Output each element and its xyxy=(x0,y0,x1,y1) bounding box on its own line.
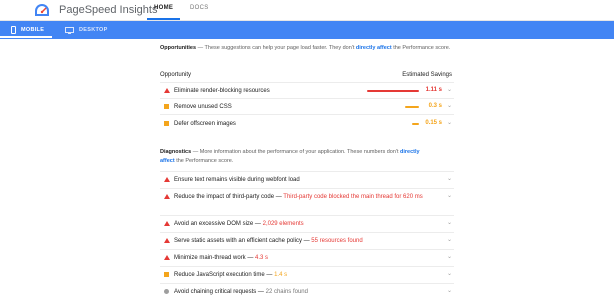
diagnostic-detail: 22 chains found xyxy=(265,289,308,295)
red-triangle-icon xyxy=(164,238,170,243)
diagnostics-header: Diagnostics — More information about the… xyxy=(160,148,458,166)
chevron-down-icon[interactable]: ⌄ xyxy=(447,175,452,182)
top-bar: PageSpeed Insights HOME DOCS xyxy=(0,0,614,21)
chevron-down-icon[interactable]: ⌄ xyxy=(447,192,452,199)
opportunities-column-headers: Opportunity Estimated Savings xyxy=(160,72,452,78)
brand-title: PageSpeed Insights xyxy=(59,4,158,16)
diagnostic-detail: 1.4 s xyxy=(274,272,288,278)
opportunity-label: Remove unused CSS xyxy=(174,104,232,110)
diagnostics-affect-link[interactable]: affect xyxy=(160,158,175,164)
nav-docs[interactable]: DOCS xyxy=(190,5,209,11)
chevron-down-icon[interactable]: ⌄ xyxy=(447,86,452,93)
nav-home[interactable]: HOME xyxy=(154,5,173,11)
opportunity-row-render-blocking[interactable]: Eliminate render-blocking resources 1.11… xyxy=(160,82,454,98)
savings-value: 1.11 s xyxy=(425,87,442,93)
diagnostic-row-main-thread[interactable]: Minimize main-thread work — 4.3 s ⌄ xyxy=(160,249,454,266)
opportunity-label: Defer offscreen images xyxy=(174,121,236,127)
orange-square-icon xyxy=(164,104,169,109)
red-triangle-icon xyxy=(164,194,170,199)
diagnostic-label: Serve static assets with an efficient ca… xyxy=(174,238,363,244)
tab-mobile-label: MOBILE xyxy=(21,27,45,33)
chevron-down-icon[interactable]: ⌄ xyxy=(447,119,452,126)
diagnostics-desc: — More information about the performance… xyxy=(191,149,401,155)
chevron-down-icon[interactable]: ⌄ xyxy=(447,253,452,260)
savings-value: 0.3 s xyxy=(428,103,442,109)
savings-bar xyxy=(367,90,419,92)
diagnostic-detail: 4.3 s xyxy=(255,255,269,261)
savings-bar xyxy=(405,106,419,108)
diagnostic-row-third-party[interactable]: Reduce the impact of third-party code — … xyxy=(160,188,454,215)
nav-home-active-indicator xyxy=(147,18,180,20)
diagnostic-label: Avoid an excessive DOM size — 2,029 elem… xyxy=(174,221,304,227)
savings-bar xyxy=(412,123,419,125)
diagnostic-label: Minimize main-thread work — 4.3 s xyxy=(174,255,269,261)
savings-value: 0.15 s xyxy=(425,120,442,126)
diagnostic-detail: 2,029 elements xyxy=(262,221,304,227)
chevron-down-icon[interactable]: ⌄ xyxy=(447,102,452,109)
diagnostic-label: Reduce the impact of third-party code — … xyxy=(174,194,423,200)
col-estimated-savings: Estimated Savings xyxy=(402,72,452,78)
red-triangle-icon xyxy=(164,255,170,260)
opportunities-desc: — These suggestions can help your page l… xyxy=(196,45,356,51)
opportunity-row-offscreen-images[interactable]: Defer offscreen images 0.15 s ⌄ xyxy=(160,114,454,132)
tab-mobile-active-indicator xyxy=(0,36,52,38)
diagnostic-row-cache-policy[interactable]: Serve static assets with an efficient ca… xyxy=(160,232,454,249)
opportunities-directly-link[interactable]: directly affect xyxy=(356,45,392,51)
chevron-down-icon[interactable]: ⌄ xyxy=(447,287,452,294)
orange-square-icon xyxy=(164,121,169,126)
pagespeed-logo-icon xyxy=(35,4,49,16)
opportunities-title: Opportunities xyxy=(160,45,197,51)
chevron-down-icon[interactable]: ⌄ xyxy=(447,236,452,243)
mobile-phone-icon xyxy=(11,26,16,34)
diagnostic-label: Reduce JavaScript execution time — 1.4 s xyxy=(174,272,288,278)
diagnostics-desc-end: the Performance score. xyxy=(174,158,234,164)
orange-square-icon xyxy=(164,272,169,277)
diagnostic-label: Avoid chaining critical requests — 22 ch… xyxy=(174,289,308,295)
diagnostic-row-critical-requests[interactable]: Avoid chaining critical requests — 22 ch… xyxy=(160,283,454,300)
device-tab-bar: MOBILE DESKTOP xyxy=(0,21,614,39)
red-triangle-icon xyxy=(164,221,170,226)
red-triangle-icon xyxy=(164,177,170,182)
chevron-down-icon[interactable]: ⌄ xyxy=(447,270,452,277)
tab-desktop-label: DESKTOP xyxy=(79,27,108,33)
opportunity-label: Eliminate render-blocking resources xyxy=(174,88,270,94)
diagnostic-detail: Third-party code blocked the main thread… xyxy=(283,194,423,200)
opportunities-header: Opportunities — These suggestions can he… xyxy=(160,44,458,53)
opportunities-desc-end: the Performance score. xyxy=(391,45,451,51)
chevron-down-icon[interactable]: ⌄ xyxy=(447,219,452,226)
desktop-monitor-icon xyxy=(65,26,74,34)
diagnostic-row-dom-size[interactable]: Avoid an excessive DOM size — 2,029 elem… xyxy=(160,215,454,232)
col-opportunity: Opportunity xyxy=(160,72,192,78)
diagnostics-title: Diagnostics xyxy=(160,149,192,155)
diagnostic-detail: 55 resources found xyxy=(311,238,363,244)
diagnostics-directly-link[interactable]: directly xyxy=(400,149,420,155)
red-triangle-icon xyxy=(164,88,170,93)
diagnostic-row-js-execution[interactable]: Reduce JavaScript execution time — 1.4 s… xyxy=(160,266,454,283)
opportunity-row-unused-css[interactable]: Remove unused CSS 0.3 s ⌄ xyxy=(160,98,454,114)
diagnostic-label: Ensure text remains visible during webfo… xyxy=(174,177,300,183)
grey-circle-icon xyxy=(164,289,169,294)
tab-desktop[interactable]: DESKTOP xyxy=(65,21,108,39)
diagnostic-row-webfont[interactable]: Ensure text remains visible during webfo… xyxy=(160,171,454,188)
